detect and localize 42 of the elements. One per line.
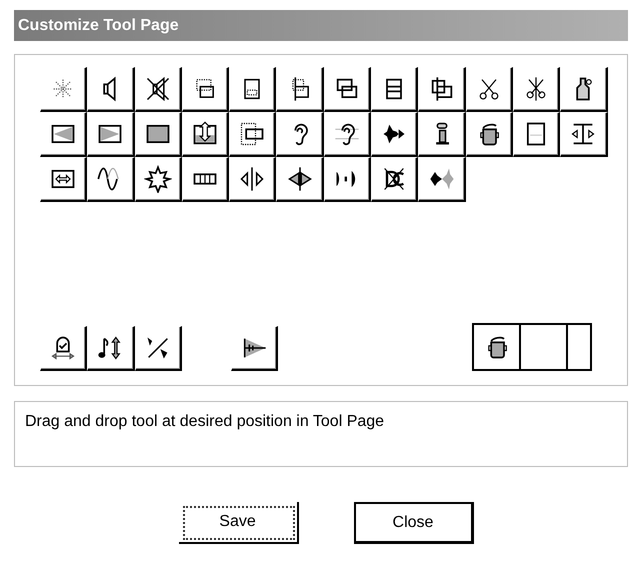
tool-button[interactable] bbox=[371, 67, 418, 112]
save-button[interactable]: Save bbox=[178, 502, 298, 544]
tool-button[interactable] bbox=[87, 157, 135, 202]
tool-button[interactable] bbox=[134, 67, 182, 112]
tool-button[interactable] bbox=[418, 67, 466, 112]
tool-button[interactable] bbox=[182, 112, 230, 157]
pinch-icon bbox=[286, 165, 314, 193]
tool-button[interactable] bbox=[87, 67, 135, 112]
hint-text: Drag and drop tool at desired position in Tool Page bbox=[14, 401, 628, 467]
tool-button[interactable] bbox=[134, 112, 182, 157]
tool-button[interactable] bbox=[40, 112, 88, 157]
tool-button[interactable] bbox=[229, 112, 276, 157]
tool-button[interactable] bbox=[466, 112, 513, 157]
tool-button[interactable] bbox=[512, 112, 560, 157]
tool-button[interactable] bbox=[276, 157, 324, 202]
tool-button[interactable] bbox=[418, 157, 466, 202]
tool-button[interactable] bbox=[87, 326, 135, 371]
tool-button[interactable] bbox=[512, 67, 560, 112]
window-title: Customize Tool Page bbox=[14, 10, 628, 41]
tool-button[interactable] bbox=[87, 112, 135, 157]
tool-button[interactable] bbox=[560, 67, 608, 112]
tool-button[interactable] bbox=[560, 112, 608, 157]
tool-button[interactable] bbox=[371, 112, 418, 157]
tool-button[interactable] bbox=[324, 157, 372, 202]
tool-button[interactable] bbox=[371, 157, 418, 202]
tool-button[interactable] bbox=[324, 67, 372, 112]
tool-button[interactable] bbox=[229, 67, 276, 112]
tool-button[interactable] bbox=[276, 112, 324, 157]
tool-button[interactable] bbox=[182, 157, 230, 202]
burst-icon bbox=[144, 165, 172, 193]
tool-button[interactable] bbox=[418, 112, 466, 157]
tool-button[interactable] bbox=[324, 112, 372, 157]
tool-button[interactable] bbox=[134, 157, 182, 202]
tool-button[interactable] bbox=[40, 157, 88, 202]
tool-button[interactable] bbox=[276, 67, 324, 112]
dotted-frame-icon bbox=[238, 120, 266, 148]
tool-button[interactable] bbox=[229, 157, 276, 202]
tool-button[interactable] bbox=[134, 326, 182, 371]
close-button[interactable]: Close bbox=[354, 502, 474, 544]
tool-button[interactable] bbox=[182, 67, 230, 112]
pinch-icon bbox=[238, 165, 266, 193]
tool-button[interactable] bbox=[466, 67, 513, 112]
